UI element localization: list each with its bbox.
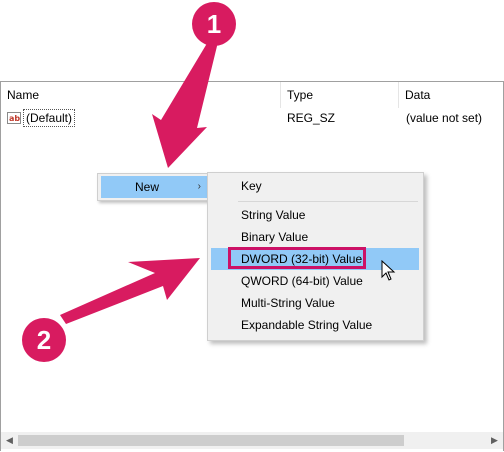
step-2-badge: 2 [22, 318, 66, 362]
step-1-badge: 1 [192, 2, 236, 46]
callout-arrows [60, 40, 218, 324]
mouse-cursor-icon [381, 260, 396, 281]
callout-arrow-2 [60, 258, 200, 324]
callout-arrow-1 [152, 40, 218, 168]
